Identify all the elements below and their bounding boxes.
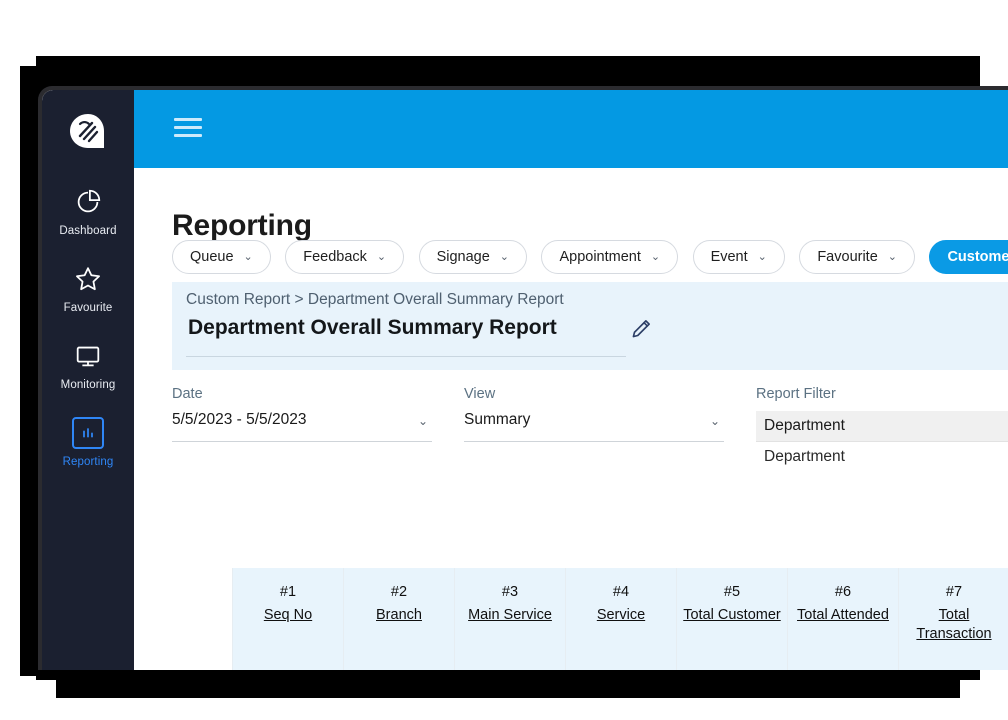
view-filter-label: View — [464, 386, 724, 402]
top-app-bar — [134, 90, 1008, 168]
sidebar-item-favourite[interactable]: Favourite — [42, 261, 134, 314]
chevron-down-icon: ⌄ — [710, 414, 720, 428]
column-index: #2 — [345, 584, 453, 600]
report-filter-selected[interactable]: Department — [756, 411, 1008, 442]
column-index: #3 — [456, 584, 564, 600]
chevron-down-icon: ⌄ — [244, 252, 253, 263]
tab-queue[interactable]: Queue ⌄ — [172, 240, 271, 274]
column-name: Total Attended — [789, 606, 897, 625]
report-category-tabs: Queue ⌄ Feedback ⌄ Signage ⌄ Appointment… — [172, 240, 1008, 276]
sidebar-item-label: Reporting — [42, 456, 134, 468]
column-index: #5 — [678, 584, 786, 600]
date-filter: Date 5/5/2023 - 5/5/2023 ⌄ — [172, 386, 432, 442]
column-name: Service — [567, 606, 675, 625]
report-table-head: #1 Seq No #2 Branch #3 Main Service — [233, 568, 1008, 670]
tab-label: Signage — [437, 249, 490, 265]
tab-label: Feedback — [303, 249, 367, 265]
pencil-edit-icon[interactable] — [628, 316, 654, 342]
view-filter-select[interactable]: Summary ⌄ — [464, 411, 724, 442]
view-filter: View Summary ⌄ — [464, 386, 724, 442]
tab-feedback[interactable]: Feedback ⌄ — [285, 240, 404, 274]
screenshot-stage: Dashboard Favourite — [0, 0, 1008, 720]
pie-chart-icon — [42, 184, 134, 220]
chevron-down-icon: ⌄ — [758, 252, 767, 263]
sidebar-item-label: Favourite — [42, 302, 134, 314]
sidebar-item-label: Monitoring — [42, 379, 134, 391]
app-logo[interactable] — [68, 112, 108, 152]
main-content: Reporting Queue ⌄ Feedback ⌄ Signage ⌄ — [134, 168, 1008, 670]
report-header-banner: Custom Report > Department Overall Summa… — [172, 282, 1008, 370]
date-filter-select[interactable]: 5/5/2023 - 5/5/2023 ⌄ — [172, 411, 432, 442]
column-name: Branch — [345, 606, 453, 625]
view-filter-value: Summary — [464, 411, 530, 428]
table-header-cell[interactable]: #3 Main Service — [455, 568, 566, 670]
column-index: #7 — [900, 584, 1008, 600]
sidebar-item-label: Dashboard — [42, 225, 134, 237]
column-index: #4 — [567, 584, 675, 600]
table-header-cell[interactable]: #5 Total Customer — [677, 568, 788, 670]
column-name: Seq No — [234, 606, 342, 625]
column-name: Main Service — [456, 606, 564, 625]
hamburger-menu-icon[interactable] — [174, 118, 202, 140]
device-frame: Dashboard Favourite — [38, 86, 1008, 670]
tab-label: Queue — [190, 249, 234, 265]
table-header-cell[interactable]: #4 Service — [566, 568, 677, 670]
page-title: Reporting — [172, 209, 312, 243]
tab-label: Customer — [947, 249, 1008, 265]
column-index: #1 — [234, 584, 342, 600]
chevron-down-icon: ⌄ — [500, 252, 509, 263]
report-filter-option[interactable]: Department — [756, 442, 1008, 472]
chevron-down-icon: ⌄ — [651, 252, 660, 263]
table-header-cell[interactable]: #6 Total Attended — [788, 568, 899, 670]
sidebar-item-monitoring[interactable]: Monitoring — [42, 338, 134, 391]
report-title: Department Overall Summary Report — [188, 316, 557, 340]
device-screen: Dashboard Favourite — [42, 90, 1008, 670]
report-filter: Report Filter Department Department — [756, 386, 1008, 472]
breadcrumb: Custom Report > Department Overall Summa… — [186, 291, 564, 309]
date-filter-value: 5/5/2023 - 5/5/2023 — [172, 411, 306, 428]
report-table-container: #1 Seq No #2 Branch #3 Main Service — [232, 568, 1008, 670]
table-header-row: #1 Seq No #2 Branch #3 Main Service — [233, 568, 1008, 670]
tab-favourite[interactable]: Favourite ⌄ — [799, 240, 915, 274]
date-filter-label: Date — [172, 386, 432, 402]
report-table: #1 Seq No #2 Branch #3 Main Service — [232, 568, 1008, 670]
bar-chart-icon — [42, 415, 134, 451]
monitor-icon — [42, 338, 134, 374]
column-name: Total Transaction — [900, 606, 1008, 644]
tab-label: Event — [711, 249, 748, 265]
banner-divider — [186, 356, 626, 357]
tab-appointment[interactable]: Appointment ⌄ — [541, 240, 678, 274]
tab-event[interactable]: Event ⌄ — [693, 240, 785, 274]
backdrop-shadow-c — [56, 680, 960, 698]
column-name: Total Customer — [678, 606, 786, 625]
report-filter-label: Report Filter — [756, 386, 1008, 402]
table-header-cell[interactable]: #2 Branch — [344, 568, 455, 670]
tab-label: Favourite — [817, 249, 877, 265]
sidebar-item-dashboard[interactable]: Dashboard — [42, 184, 134, 237]
tab-signage[interactable]: Signage ⌄ — [419, 240, 527, 274]
tab-customer[interactable]: Customer ⌄ — [929, 240, 1008, 274]
sidebar-item-reporting[interactable]: Reporting — [42, 415, 134, 468]
sidebar: Dashboard Favourite — [42, 90, 134, 670]
sidebar-nav-list: Dashboard Favourite — [42, 184, 134, 492]
chevron-down-icon: ⌄ — [888, 252, 897, 263]
table-header-cell[interactable]: #7 Total Transaction — [899, 568, 1008, 670]
column-index: #6 — [789, 584, 897, 600]
star-icon — [42, 261, 134, 297]
chevron-down-icon: ⌄ — [418, 414, 428, 428]
table-header-cell[interactable]: #1 Seq No — [233, 568, 344, 670]
tab-label: Appointment — [559, 249, 640, 265]
chevron-down-icon: ⌄ — [377, 252, 386, 263]
